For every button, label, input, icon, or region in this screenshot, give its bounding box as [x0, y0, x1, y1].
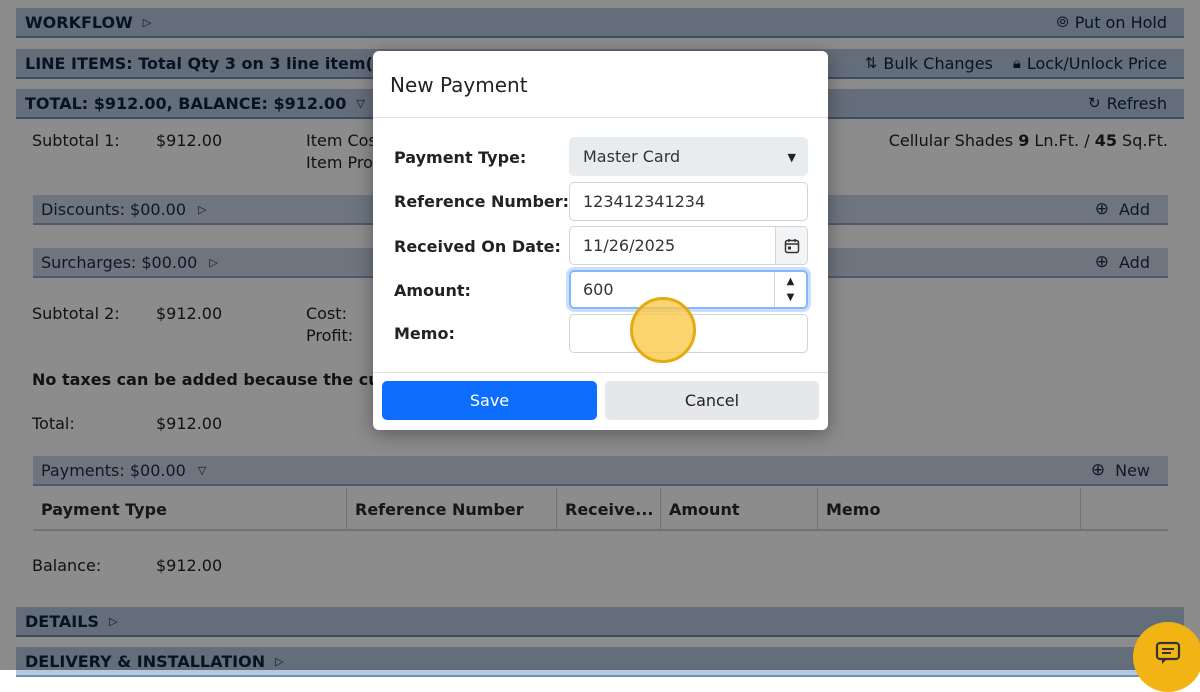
stepper-down-icon[interactable]: ▼: [787, 290, 795, 306]
received-date-input[interactable]: 11/26/2025: [569, 226, 808, 265]
dialog-header: New Payment: [373, 51, 828, 118]
amount-value: 600: [583, 280, 614, 299]
reference-number-input[interactable]: 123412341234: [569, 182, 808, 221]
dialog-title: New Payment: [390, 73, 528, 97]
memo-label: Memo:: [394, 324, 455, 343]
payment-type-select[interactable]: Master Card ▼: [569, 137, 808, 176]
reference-number-label: Reference Number:: [394, 192, 570, 211]
payment-type-value: Master Card: [583, 147, 681, 166]
dialog-footer-divider: [373, 372, 828, 373]
click-indicator: [630, 297, 696, 363]
caret-down-icon: ▼: [787, 151, 796, 164]
reference-number-value: 123412341234: [583, 192, 706, 211]
amount-input[interactable]: 600 ▲ ▼: [569, 270, 808, 309]
save-button[interactable]: Save: [382, 381, 597, 420]
payment-type-label: Payment Type:: [394, 148, 527, 167]
received-date-label: Received On Date:: [394, 237, 561, 256]
new-payment-dialog: New Payment Payment Type: Master Card ▼ …: [373, 51, 828, 430]
received-date-value: 11/26/2025: [583, 236, 676, 255]
cancel-button[interactable]: Cancel: [605, 381, 819, 420]
chat-launcher-button[interactable]: [1133, 622, 1200, 692]
chat-icon: [1155, 641, 1181, 664]
calendar-icon[interactable]: [775, 227, 807, 264]
amount-label: Amount:: [394, 281, 471, 300]
amount-stepper[interactable]: ▲ ▼: [774, 272, 806, 307]
stepper-up-icon[interactable]: ▲: [787, 274, 795, 290]
